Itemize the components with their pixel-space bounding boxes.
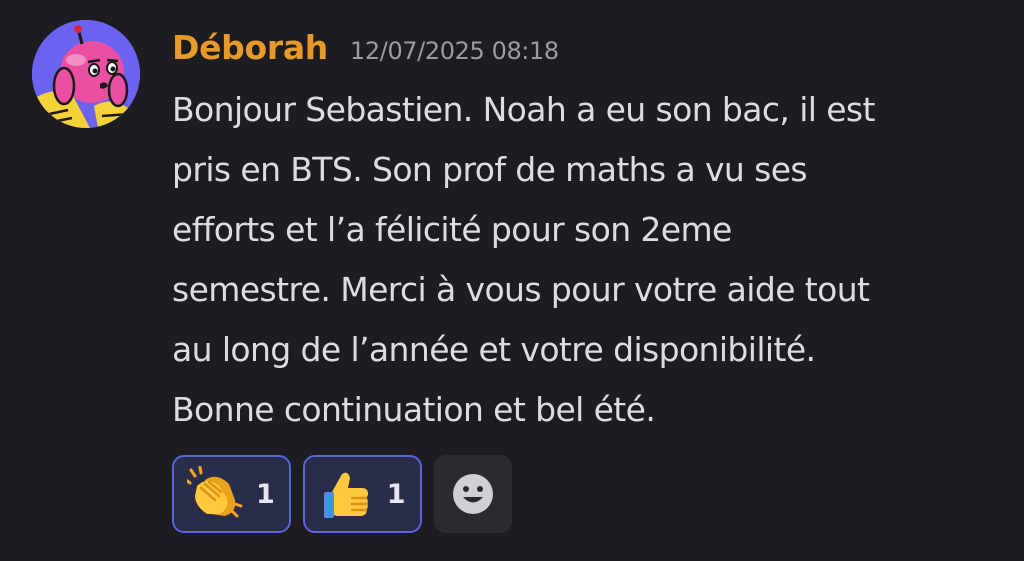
- reaction-count: 1: [386, 478, 406, 510]
- message-line: Bonne continuation et bel été.: [172, 390, 656, 429]
- message-line: efforts et l’a félicité pour son 2eme: [172, 210, 732, 249]
- message-timestamp: 12/07/2025 08:18: [350, 37, 559, 65]
- message-line: pris en BTS. Son prof de maths a vu ses: [172, 150, 808, 189]
- reaction-count: 1: [256, 478, 275, 510]
- reaction-bar: 1 1: [172, 455, 512, 533]
- smiley-face-icon: [452, 474, 493, 514]
- message-body: Bonjour Sebastien. Noah a eu son bac, il…: [172, 80, 1002, 440]
- thumbs-up-icon: [315, 463, 377, 525]
- chat-message: Déborah 12/07/2025 08:18 Bonjour Sebasti…: [0, 0, 1024, 561]
- clapping-hands-icon: [184, 463, 246, 525]
- avatar-illustration: [32, 20, 140, 128]
- reaction-thumbs-up[interactable]: 1: [302, 455, 422, 533]
- message-line: semestre. Merci à vous pour votre aide t…: [172, 270, 870, 309]
- message-line: au long de l’année et votre disponibilit…: [172, 330, 816, 369]
- message-line: Bonjour Sebastien. Noah a eu son bac, il…: [172, 90, 875, 129]
- user-avatar[interactable]: [32, 20, 140, 128]
- reaction-clapping-hands[interactable]: 1: [172, 455, 291, 533]
- message-header: Déborah 12/07/2025 08:18: [172, 28, 559, 78]
- author-name[interactable]: Déborah: [172, 28, 328, 67]
- add-reaction-button[interactable]: [433, 455, 512, 533]
